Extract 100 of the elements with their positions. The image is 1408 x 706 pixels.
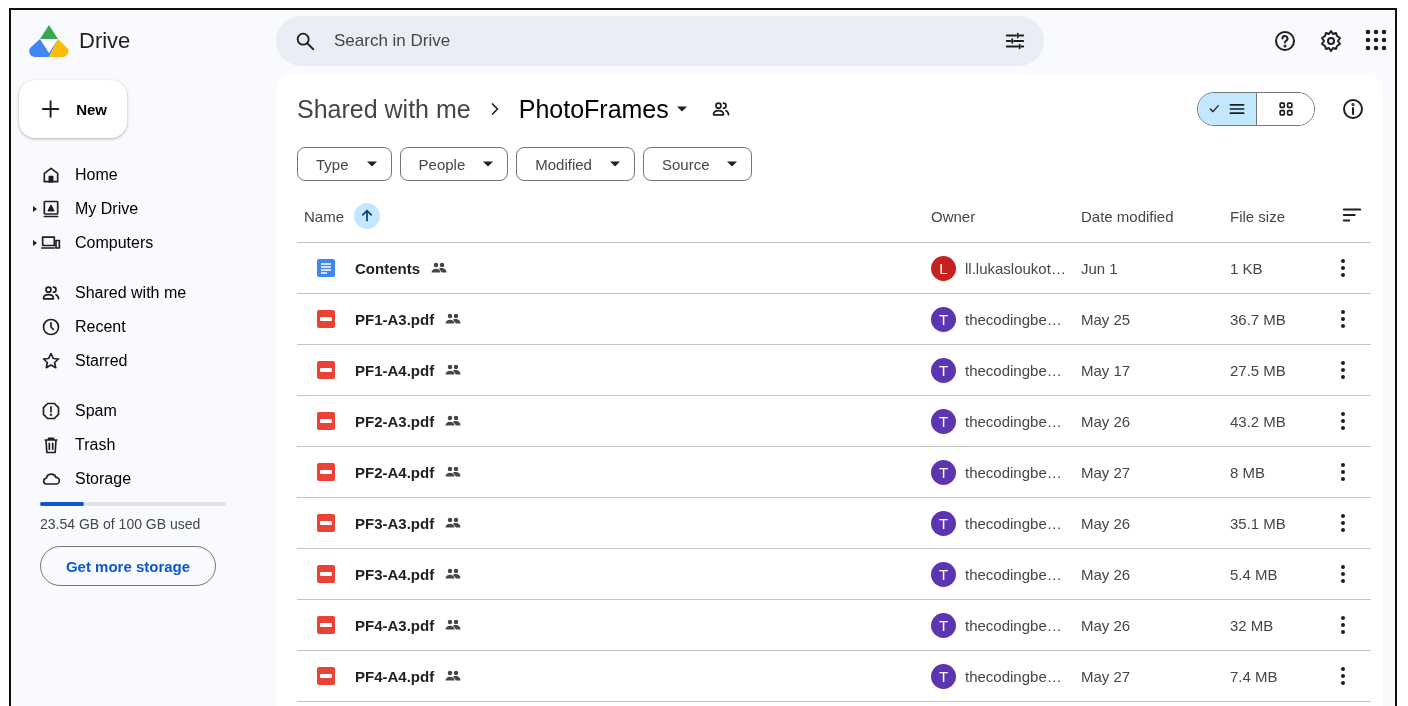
owner-name: thecodingbe… (965, 310, 1062, 328)
arrow-up-icon (359, 208, 375, 224)
more-vert-icon (1341, 412, 1345, 430)
size-text: 5.4 MB (1230, 565, 1278, 583)
help-icon (1273, 29, 1297, 53)
sidebar-item[interactable]: Trash (19, 428, 276, 462)
folder-title[interactable]: PhotoFrames (518, 94, 687, 124)
owner-avatar: T (931, 612, 956, 638)
date-text: May 25 (1081, 310, 1131, 328)
storage-text: 23.54 GB of 100 GB used (40, 516, 202, 532)
pdf-icon (317, 565, 335, 583)
caret-icon (31, 205, 39, 213)
search-field[interactable]: Search in Drive (332, 30, 988, 52)
file-name[interactable]: Contents (355, 259, 420, 277)
owner-avatar: T (931, 357, 956, 383)
date-text: May 27 (1081, 463, 1131, 481)
people-icon (710, 99, 731, 119)
more-vert-icon (1341, 310, 1345, 328)
document-icon (317, 259, 335, 277)
file-name[interactable]: PF1-A4.pdf (355, 361, 435, 379)
sidebar-item[interactable]: Storage (19, 462, 276, 496)
size-text: 27.5 MB (1230, 361, 1286, 379)
dropdown-icon (609, 161, 620, 167)
sidebar-item[interactable]: Recent (19, 310, 276, 344)
apps-grid-icon[interactable] (1365, 29, 1387, 51)
more-vert-icon (1341, 361, 1345, 379)
owner-avatar: T (931, 408, 956, 434)
date-text: May 17 (1081, 361, 1131, 379)
search-bar[interactable]: Search in Drive (276, 16, 1044, 66)
app-name: Drive (79, 28, 131, 54)
column-header[interactable]: Date modified (1081, 207, 1174, 225)
sidebar-item[interactable]: Home (19, 158, 276, 192)
sidebar-item[interactable]: Computers (19, 226, 276, 260)
sidebar-item[interactable]: Spam (19, 394, 276, 428)
file-name[interactable]: PF1-A3.pdf (355, 310, 435, 328)
file-name[interactable]: PF3-A4.pdf (355, 565, 435, 583)
size-text: 36.7 MB (1230, 310, 1286, 328)
drive-icon (41, 199, 61, 219)
star-icon (41, 351, 61, 371)
sidebar-item[interactable]: Shared with me (19, 276, 276, 310)
home-icon (41, 165, 61, 185)
dropdown-icon (366, 161, 377, 167)
breadcrumb-link[interactable]: Shared with me (297, 94, 471, 124)
owner-name: thecodingbe… (965, 361, 1062, 379)
owner-name: thecodingbe… (965, 412, 1062, 430)
filter-options-icon (1004, 30, 1026, 52)
file-name[interactable]: PF4-A4.pdf (355, 667, 435, 685)
sidebar-item[interactable]: Starred (19, 344, 276, 378)
date-text: May 26 (1081, 565, 1131, 583)
owner-avatar: T (931, 510, 956, 536)
owner-avatar: T (931, 306, 956, 332)
sidebar-item[interactable]: My Drive (19, 192, 276, 226)
owner-name: thecodingbe… (965, 463, 1062, 481)
file-name[interactable]: PF3-A3.pdf (355, 514, 435, 532)
filter-chip[interactable]: Type (297, 147, 392, 181)
file-name[interactable]: PF2-A3.pdf (355, 412, 435, 430)
owner-name: thecodingbe… (965, 667, 1062, 685)
caret-icon (31, 239, 39, 247)
grid-view-button[interactable] (1256, 93, 1314, 125)
file-name[interactable]: PF2-A4.pdf (355, 463, 435, 481)
size-text: 43.2 MB (1230, 412, 1286, 430)
pdf-icon (317, 361, 335, 379)
filter-chip[interactable]: Source (642, 147, 753, 181)
people-icon (41, 283, 61, 303)
date-text: Jun 1 (1081, 259, 1118, 277)
sort-button[interactable] (354, 203, 380, 229)
column-header[interactable]: File size (1230, 207, 1285, 225)
column-header[interactable]: Owner (931, 207, 976, 225)
size-text: 35.1 MB (1230, 514, 1286, 532)
owner-avatar: L (931, 255, 956, 281)
pdf-icon (317, 616, 335, 634)
date-text: May 27 (1081, 667, 1131, 685)
file-name[interactable]: PF4-A3.pdf (355, 616, 435, 634)
list-view-button[interactable] (1198, 93, 1256, 125)
owner-avatar: T (931, 561, 956, 587)
report-icon (41, 401, 61, 421)
clock-icon (41, 317, 61, 337)
column-header[interactable]: Name (304, 207, 344, 225)
size-text: 7.4 MB (1230, 667, 1278, 685)
filter-chip[interactable]: Modified (516, 147, 635, 181)
owner-name: thecodingbe… (965, 514, 1062, 532)
pdf-icon (317, 667, 335, 685)
new-button[interactable]: New (19, 80, 127, 138)
date-text: May 26 (1081, 616, 1131, 634)
more-vert-icon (1341, 463, 1345, 481)
pdf-icon (317, 412, 335, 430)
settings-icon (1319, 29, 1343, 53)
size-text: 8 MB (1230, 463, 1265, 481)
pdf-icon (317, 463, 335, 481)
more-vert-icon (1341, 667, 1345, 685)
more-vert-icon (1341, 259, 1345, 277)
logo-icon (29, 23, 69, 59)
more-vert-icon (1341, 514, 1345, 532)
more-vert-icon (1341, 565, 1345, 583)
owner-name: ll.lukasloukot… (965, 259, 1066, 277)
info-icon (1341, 97, 1365, 121)
size-text: 32 MB (1230, 616, 1274, 634)
date-text: May 26 (1081, 514, 1131, 532)
pdf-icon (317, 514, 335, 532)
filter-chip[interactable]: People (399, 147, 509, 181)
